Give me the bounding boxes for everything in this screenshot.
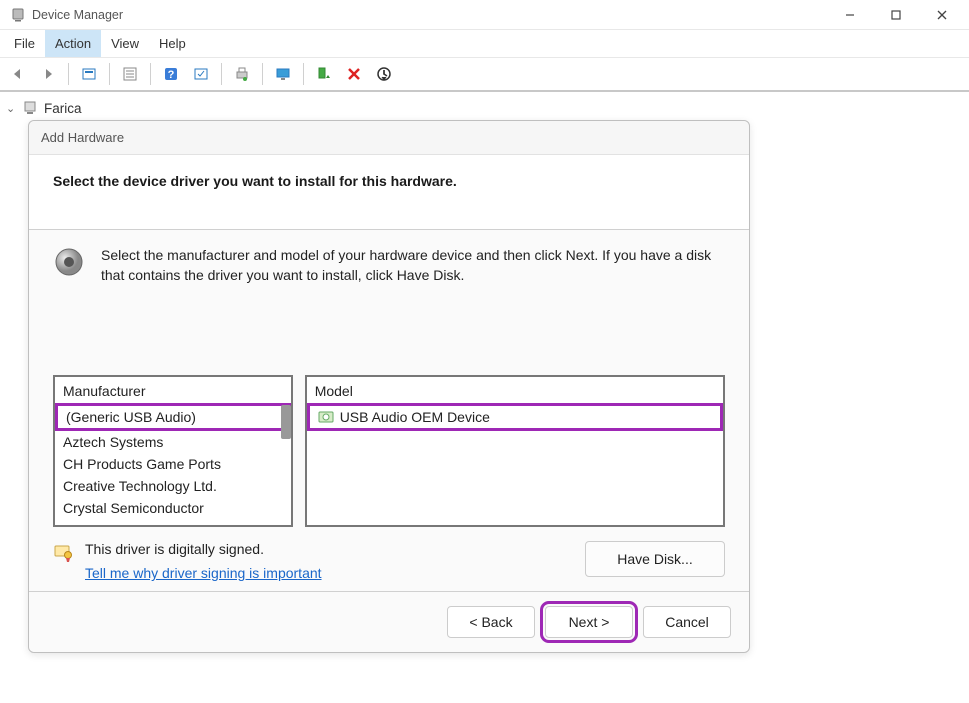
signed-message: This driver is digitally signed. [85, 541, 322, 557]
add-hardware-dialog: Add Hardware Select the device driver yo… [28, 120, 750, 653]
print-icon[interactable] [228, 60, 256, 88]
menu-file[interactable]: File [4, 30, 45, 57]
list-item[interactable]: Creative Technology Ltd. [55, 475, 291, 497]
menu-action[interactable]: Action [45, 30, 101, 57]
computer-icon [22, 100, 38, 116]
model-listbox[interactable]: Model USB Audio OEM Device [305, 375, 725, 527]
chevron-down-icon[interactable]: ⌄ [6, 102, 16, 115]
menu-help[interactable]: Help [149, 30, 196, 57]
speaker-icon [53, 246, 85, 278]
toolbar-separator [68, 63, 69, 85]
close-button[interactable] [919, 0, 965, 30]
back-button[interactable]: < Back [447, 606, 535, 638]
toolbar-separator [109, 63, 110, 85]
window-title: Device Manager [32, 8, 123, 22]
window-controls [827, 0, 965, 30]
list-item[interactable]: USB Audio OEM Device [307, 403, 723, 431]
disable-icon[interactable] [370, 60, 398, 88]
tree-root-node[interactable]: ⌄ Farica [0, 96, 969, 120]
have-disk-button[interactable]: Have Disk... [585, 541, 725, 577]
certificate-icon [53, 543, 73, 563]
uninstall-icon[interactable] [340, 60, 368, 88]
toolbar-separator [303, 63, 304, 85]
dialog-header: Select the device driver you want to ins… [29, 155, 749, 230]
device-manager-icon [10, 7, 26, 23]
scan-icon[interactable] [187, 60, 215, 88]
svg-text:?: ? [168, 69, 175, 81]
menubar: File Action View Help [0, 30, 969, 58]
list-item[interactable]: Crystal Semiconductor [55, 497, 291, 519]
toolbar-separator [262, 63, 263, 85]
back-icon[interactable] [4, 60, 32, 88]
minimize-button[interactable] [827, 0, 873, 30]
model-item-label: USB Audio OEM Device [340, 409, 490, 425]
menu-view[interactable]: View [101, 30, 149, 57]
driver-disk-icon [318, 409, 334, 425]
dialog-instruction: Select the manufacturer and model of you… [101, 246, 725, 285]
manufacturer-header: Manufacturer [55, 377, 291, 405]
list-item[interactable]: CH Products Game Ports [55, 453, 291, 475]
cancel-button[interactable]: Cancel [643, 606, 731, 638]
driver-signing-link[interactable]: Tell me why driver signing is important [85, 565, 322, 581]
forward-icon[interactable] [34, 60, 62, 88]
device-tree: ⌄ Farica [0, 92, 969, 120]
manufacturer-listbox[interactable]: Manufacturer (Generic USB Audio) Aztech … [53, 375, 293, 527]
list-item[interactable]: Aztech Systems [55, 431, 291, 453]
next-button[interactable]: Next > [545, 606, 633, 638]
help-icon[interactable]: ? [157, 60, 185, 88]
properties-icon[interactable] [116, 60, 144, 88]
toolbar-separator [150, 63, 151, 85]
dialog-footer: < Back Next > Cancel [29, 591, 749, 652]
list-item[interactable]: (Generic USB Audio) [55, 403, 291, 431]
show-hidden-icon[interactable] [75, 60, 103, 88]
monitor-icon[interactable] [269, 60, 297, 88]
update-driver-icon[interactable] [310, 60, 338, 88]
model-header: Model [307, 377, 723, 405]
scrollbar-thumb[interactable] [281, 405, 291, 439]
dialog-heading: Select the device driver you want to ins… [53, 173, 725, 189]
maximize-button[interactable] [873, 0, 919, 30]
dialog-titlebar[interactable]: Add Hardware [29, 121, 749, 155]
tree-root-label: Farica [44, 101, 82, 116]
dialog-body: Select the manufacturer and model of you… [29, 230, 749, 591]
toolbar-separator [221, 63, 222, 85]
dialog-title: Add Hardware [41, 130, 124, 145]
titlebar: Device Manager [0, 0, 969, 30]
toolbar: ? [0, 58, 969, 92]
